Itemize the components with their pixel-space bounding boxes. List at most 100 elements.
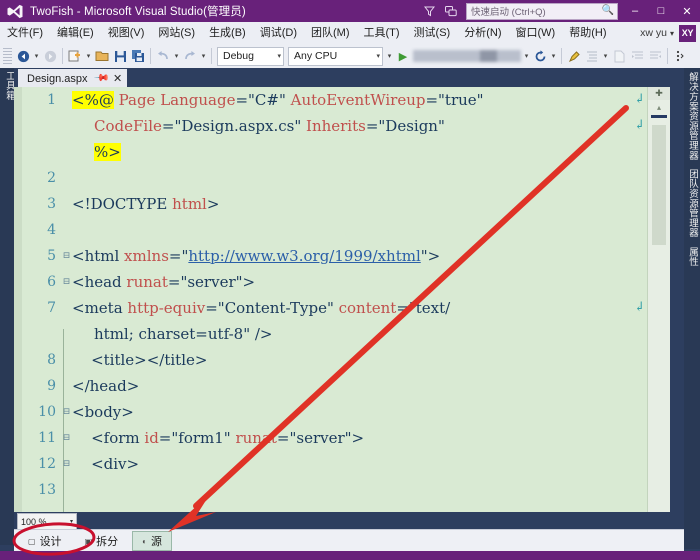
new-document-icon[interactable] — [610, 47, 628, 65]
line-number: 9 — [47, 378, 56, 394]
platform-dropdown[interactable]: Any CPU ▾ — [288, 46, 383, 66]
code-line[interactable]: 8 <title></title> — [22, 347, 648, 373]
pin-icon[interactable]: 📌 — [92, 70, 109, 87]
fold-toggle-icon[interactable]: ⊟ — [61, 451, 72, 477]
feedback-icon[interactable] — [440, 0, 462, 22]
redo-caret-icon[interactable]: ▾ — [199, 47, 208, 65]
save-all-icon[interactable] — [129, 47, 147, 65]
uncomment-icon[interactable] — [646, 47, 664, 65]
fold-toggle-icon[interactable]: ⊟ — [61, 243, 72, 269]
menu-item-website[interactable]: 网站(S) — [151, 22, 202, 44]
toolbar-overflow-icon[interactable] — [671, 47, 689, 65]
code-line[interactable]: 5 ⊟ <html xmlns="http://www.w3.org/1999/xh… — [22, 243, 648, 269]
design-view-icon: ▢ — [28, 536, 36, 546]
new-project-caret-icon[interactable]: ▾ — [84, 47, 93, 65]
quick-launch-search[interactable]: 快速启动 (Ctrl+Q) 🔍 — [466, 2, 618, 20]
code-lines-container: ↲ 1 <%@ Page Language="C#" AutoEventWireup… — [22, 87, 648, 512]
menu-item-edit[interactable]: 编辑(E) — [50, 22, 101, 44]
menu-item-build[interactable]: 生成(B) — [202, 22, 253, 44]
undo-caret-icon[interactable]: ▾ — [172, 47, 181, 65]
close-icon[interactable]: ✕ — [113, 72, 122, 85]
close-button[interactable]: ✕ — [674, 0, 700, 22]
editor-vertical-scrollbar[interactable]: ✚ ▴ — [647, 87, 670, 512]
status-bar — [0, 551, 700, 560]
code-line[interactable]: html; charset=utf-8" /> — [22, 321, 648, 347]
configuration-dropdown[interactable]: Debug ▾ — [217, 46, 284, 66]
code-text: <body> — [72, 403, 134, 421]
scroll-up-arrow-icon[interactable]: ▴ — [648, 101, 670, 113]
account-name[interactable]: xw yu — [640, 27, 667, 39]
code-text: <!DOCTYPE html> — [72, 195, 220, 213]
browser-selector-redacted[interactable] — [413, 50, 521, 62]
avatar[interactable]: XY — [679, 24, 696, 42]
new-project-icon[interactable] — [66, 47, 84, 65]
save-icon[interactable] — [111, 47, 129, 65]
menu-item-window[interactable]: 窗口(W) — [509, 22, 563, 44]
dock-item-team-explorer[interactable]: 团队资源管理器 — [685, 169, 699, 238]
code-line[interactable]: 10 ⊟ <body> — [22, 399, 648, 425]
minimize-button[interactable]: – — [622, 0, 648, 22]
toolbar-grip[interactable] — [3, 48, 12, 64]
platform-extra-caret-icon[interactable]: ▾ — [385, 47, 394, 65]
code-line[interactable]: 13 — [22, 477, 648, 503]
scroll-thumb[interactable] — [652, 125, 666, 245]
code-line[interactable]: 6 ⊟ <head runat="server"> — [22, 269, 648, 295]
start-debug-play-icon[interactable]: ▶ — [394, 47, 412, 65]
dock-item-properties[interactable]: 属性 — [685, 247, 699, 267]
redo-icon[interactable] — [181, 47, 199, 65]
code-line[interactable]: 9 </head> — [22, 373, 648, 399]
undo-icon[interactable] — [154, 47, 172, 65]
chevron-down-icon-zoom: ▾ — [69, 519, 73, 525]
menu-item-file[interactable]: 文件(F) — [0, 22, 50, 44]
code-text: <html xmlns="http://www.w3.org/1999/xhtm… — [72, 247, 441, 265]
menu-item-help[interactable]: 帮助(H) — [562, 22, 613, 44]
dock-item-solution-explorer[interactable]: 解决方案资源管理器 — [685, 72, 699, 160]
code-line[interactable]: 2 — [22, 165, 648, 191]
zoom-control[interactable]: 100 % ▾ — [17, 513, 77, 530]
code-line[interactable]: 7 <meta http-equiv="Content-Type" content… — [22, 295, 648, 321]
fold-toggle-icon[interactable]: ⊟ — [61, 399, 72, 425]
view-tab-source[interactable]: ◐ 源 — [132, 531, 172, 551]
navigate-forward-icon[interactable] — [41, 47, 59, 65]
toolbar-separator — [62, 48, 63, 64]
code-line[interactable]: 4 — [22, 217, 648, 243]
code-line[interactable]: 3 <!DOCTYPE html> — [22, 191, 648, 217]
refresh-caret-icon[interactable]: ▾ — [549, 47, 558, 65]
browser-selector-caret-icon[interactable]: ▾ — [522, 47, 531, 65]
funnel-icon[interactable] — [418, 0, 440, 22]
code-line[interactable]: 11 ⊟ <form id="form1" runat="server"> — [22, 425, 648, 451]
line-number: 11 — [38, 430, 56, 446]
line-number: 10 — [38, 404, 56, 420]
line-number: 8 — [47, 352, 56, 368]
indent-icon[interactable] — [583, 47, 601, 65]
code-line[interactable]: CodeFile="Design.aspx.cs" Inherits="Desi… — [22, 113, 648, 139]
menu-item-analyze[interactable]: 分析(N) — [457, 22, 508, 44]
highlight-icon[interactable] — [565, 47, 583, 65]
code-line[interactable]: %> — [22, 139, 648, 165]
indent-caret-icon[interactable]: ▾ — [601, 47, 610, 65]
chevron-down-icon: ▾ — [277, 53, 281, 60]
code-editor[interactable]: ↲ 1 <%@ Page Language="C#" AutoEventWireup… — [14, 87, 670, 512]
open-file-icon[interactable] — [93, 47, 111, 65]
menu-item-debug[interactable]: 调试(D) — [253, 22, 304, 44]
chevron-down-icon[interactable]: ▾ — [670, 29, 674, 38]
code-line[interactable]: 12 ⊟ <div> — [22, 451, 648, 477]
refresh-icon[interactable] — [531, 47, 549, 65]
view-tab-split[interactable]: ▣ 拆分 — [76, 532, 128, 550]
navigate-back-caret-icon[interactable]: ▾ — [32, 47, 41, 65]
editor-indicator-margin — [14, 87, 22, 512]
line-number: 3 — [47, 196, 56, 212]
menu-item-test[interactable]: 测试(S) — [407, 22, 458, 44]
view-tab-design[interactable]: ▢ 设计 — [19, 532, 71, 550]
menu-item-view[interactable]: 视图(V) — [101, 22, 152, 44]
navigate-back-icon[interactable] — [14, 47, 32, 65]
code-line[interactable]: 1 <%@ Page Language="C#" AutoEventWireup=… — [22, 87, 648, 113]
document-tab-design-aspx[interactable]: Design.aspx 📌 ✕ — [18, 69, 128, 88]
menu-item-team[interactable]: 团队(M) — [304, 22, 357, 44]
menu-item-tools[interactable]: 工具(T) — [357, 22, 407, 44]
maximize-button[interactable]: □ — [648, 0, 674, 22]
fold-toggle-icon[interactable]: ⊟ — [61, 425, 72, 451]
comment-icon[interactable] — [628, 47, 646, 65]
fold-toggle-icon[interactable]: ⊟ — [61, 269, 72, 295]
split-view-icon[interactable]: ✚ — [648, 87, 670, 100]
